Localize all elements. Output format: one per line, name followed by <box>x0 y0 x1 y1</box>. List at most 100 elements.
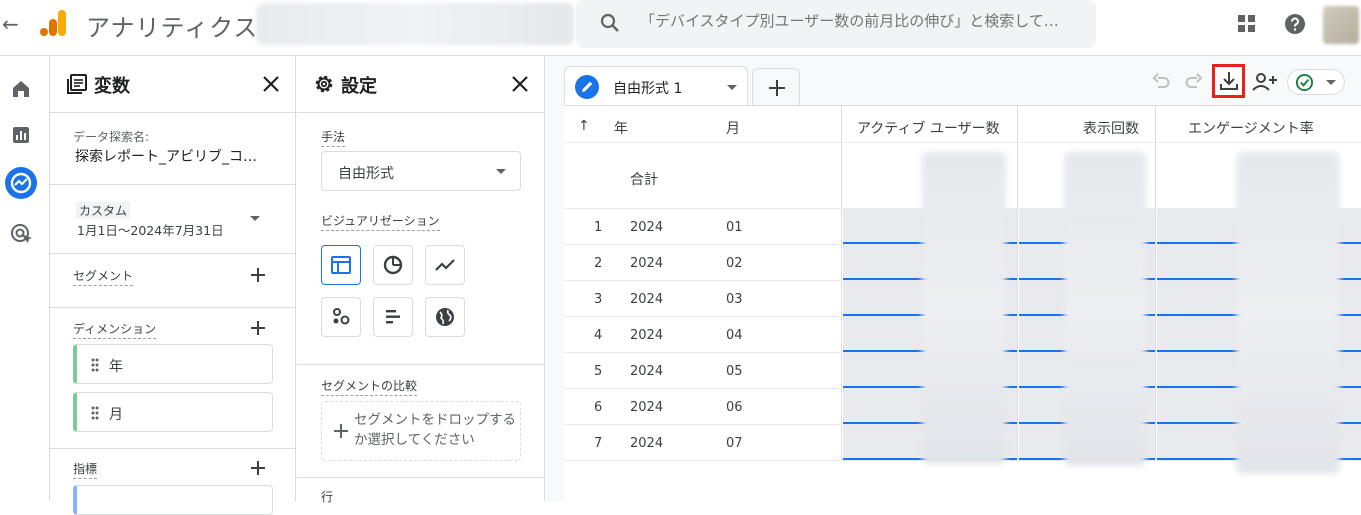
row-index: 6 <box>594 400 603 415</box>
dimension-chip[interactable]: 年 <box>73 344 273 384</box>
check-circle-icon <box>1295 73 1314 92</box>
cell-year: 2024 <box>630 328 664 343</box>
cell-year: 2024 <box>630 220 664 235</box>
home-icon[interactable] <box>8 76 34 102</box>
row-index: 4 <box>594 328 603 343</box>
total-label: 合計 <box>630 172 658 188</box>
redacted-values <box>1064 152 1146 466</box>
explore-icon[interactable] <box>4 166 38 200</box>
search-icon <box>600 13 619 32</box>
download-button[interactable] <box>1212 64 1245 98</box>
date-range-tag: カスタム <box>76 202 131 219</box>
row-index: 7 <box>594 436 603 451</box>
sort-ascending-icon[interactable]: ↑ <box>578 118 590 134</box>
row-index: 3 <box>594 292 603 307</box>
globe-icon <box>436 308 454 326</box>
cell-year: 2024 <box>630 400 664 415</box>
variables-panel: 変数 データ探索名: 探索レポート_アビリブ_コ… カスタム 1月1日～2024… <box>49 56 296 515</box>
cell-year: 2024 <box>630 256 664 271</box>
back-arrow-icon[interactable]: ← <box>2 12 19 36</box>
cell-month: 07 <box>726 436 743 451</box>
technique-label: 手法 <box>321 128 346 147</box>
cell-year: 2024 <box>630 364 664 379</box>
divider <box>297 364 544 365</box>
viz-table-button[interactable] <box>321 245 361 285</box>
app-title: アナリティクス <box>86 14 259 42</box>
divider <box>50 184 295 185</box>
divider <box>50 448 295 449</box>
redo-icon[interactable] <box>1182 70 1206 94</box>
avatar[interactable] <box>1323 6 1359 44</box>
drag-handle-icon[interactable] <box>91 358 99 372</box>
metrics-label: 指標 <box>73 460 98 479</box>
account-selector[interactable] <box>256 3 574 45</box>
add-tab-button[interactable] <box>752 68 800 106</box>
gear-icon <box>315 75 333 93</box>
viz-scatter-button[interactable] <box>321 297 361 337</box>
cell-year: 2024 <box>630 436 664 451</box>
apps-grid-icon[interactable] <box>1236 13 1258 35</box>
column-header-year[interactable]: 年 <box>614 118 628 138</box>
download-icon <box>1220 72 1238 90</box>
technique-select[interactable]: 自由形式 <box>321 151 521 191</box>
technique-value: 自由形式 <box>338 166 394 182</box>
status-selector[interactable] <box>1287 69 1345 95</box>
top-bar: ← アナリティクス <box>0 0 1361 48</box>
add-segment-icon[interactable] <box>249 266 267 284</box>
line-chart-icon <box>435 259 455 271</box>
drag-handle-icon[interactable] <box>91 406 99 420</box>
dimension-chip[interactable]: 月 <box>73 392 273 432</box>
exploration-name-label: データ探索名: <box>73 130 150 144</box>
cell-month: 03 <box>726 292 743 307</box>
cell-month: 01 <box>726 220 743 235</box>
tab-label: 自由形式 1 <box>613 81 683 97</box>
exploration-name-value[interactable]: 探索レポート_アビリブ_コ… <box>75 146 257 166</box>
variables-title: 変数 <box>94 76 130 97</box>
date-range-selector[interactable]: カスタム 1月1日～2024年7月31日 <box>73 196 273 240</box>
close-icon[interactable] <box>261 74 281 94</box>
analytics-logo-icon[interactable] <box>40 8 68 38</box>
undo-icon[interactable] <box>1149 70 1173 94</box>
donut-chart-icon <box>383 255 403 275</box>
search-bar[interactable] <box>576 0 1096 48</box>
reports-icon[interactable] <box>8 122 34 148</box>
column-header-active-users[interactable]: アクティブ ユーザー数 <box>857 118 1000 138</box>
dimensions-label: ディメンション <box>73 320 157 339</box>
viz-geo-button[interactable] <box>425 297 465 337</box>
cell-month: 04 <box>726 328 743 343</box>
cell-month: 06 <box>726 400 743 415</box>
table-icon <box>331 256 351 274</box>
left-nav <box>0 56 48 501</box>
cell-month: 05 <box>726 364 743 379</box>
advertising-icon[interactable] <box>8 221 34 247</box>
metric-chip[interactable] <box>73 485 273 515</box>
viz-line-button[interactable] <box>425 245 465 285</box>
column-header-month[interactable]: 月 <box>726 118 740 138</box>
pencil-icon[interactable] <box>575 75 599 99</box>
share-users-icon[interactable] <box>1251 70 1279 94</box>
segment-compare-label: セグメントの比較 <box>321 377 418 396</box>
row-divider <box>564 142 1361 143</box>
main-canvas: 自由形式 1 ↑ 年 月 アクティブ ユーザー数 表示回数 エンゲージメント率 … <box>546 56 1361 501</box>
divider <box>50 253 295 254</box>
chevron-down-icon[interactable] <box>727 85 737 90</box>
close-icon[interactable] <box>510 74 530 94</box>
segment-drop-zone[interactable]: セグメントをドロップするか選択してください <box>321 401 521 461</box>
redacted-values <box>922 152 1006 464</box>
settings-title: 設定 <box>341 76 377 97</box>
variables-header: 変数 <box>50 56 295 113</box>
add-metric-icon[interactable] <box>249 459 267 477</box>
help-icon[interactable] <box>1283 12 1307 36</box>
search-input[interactable] <box>640 12 1080 30</box>
segments-label: セグメント <box>73 267 134 286</box>
scatter-chart-icon <box>333 308 350 325</box>
tab-freeform-1[interactable]: 自由形式 1 <box>564 66 748 106</box>
column-header-engagement-rate[interactable]: エンゲージメント率 <box>1188 118 1314 138</box>
plus-icon <box>334 424 348 438</box>
viz-bar-button[interactable] <box>373 297 413 337</box>
row-index: 2 <box>594 256 603 271</box>
add-dimension-icon[interactable] <box>249 319 267 337</box>
variables-icon <box>67 74 87 94</box>
viz-donut-button[interactable] <box>373 245 413 285</box>
column-header-views[interactable]: 表示回数 <box>1083 118 1139 138</box>
